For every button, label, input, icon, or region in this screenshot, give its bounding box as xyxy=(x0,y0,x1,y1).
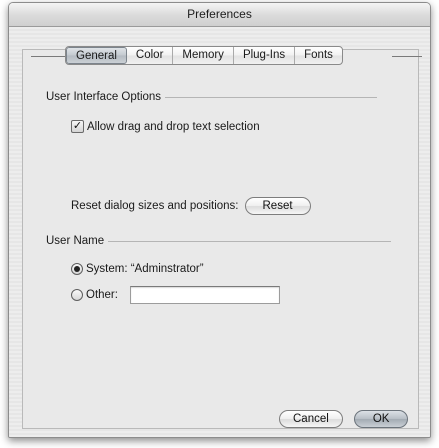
ui-options-title: User Interface Options xyxy=(46,91,162,103)
user-name-divider xyxy=(108,240,392,242)
preferences-window: Preferences General Color Memory Plug-In… xyxy=(8,2,431,438)
tab-plug-ins[interactable]: Plug-Ins xyxy=(234,47,296,64)
tab-fonts[interactable]: Fonts xyxy=(295,47,342,64)
user-name-group: User Name xyxy=(46,235,392,247)
tab-memory[interactable]: Memory xyxy=(173,47,234,64)
other-user-name-field[interactable] xyxy=(129,286,280,304)
tab-strip-rule-right xyxy=(392,56,422,57)
other-radio[interactable] xyxy=(71,289,83,301)
other-user-option[interactable]: Other: xyxy=(71,286,280,304)
dialog-buttons: Cancel OK xyxy=(279,410,409,428)
system-user-option[interactable]: System: “Adminstrator” xyxy=(71,263,204,275)
system-radio[interactable] xyxy=(71,263,83,275)
window-title: Preferences xyxy=(9,3,430,27)
reset-row: Reset dialog sizes and positions: Reset xyxy=(71,197,311,215)
tab-general[interactable]: General xyxy=(66,47,127,64)
ui-options-divider xyxy=(165,96,378,98)
ui-options-group: User Interface Options xyxy=(46,91,378,103)
reset-label: Reset dialog sizes and positions: xyxy=(71,200,239,212)
system-user-label: System: “Adminstrator” xyxy=(86,263,204,275)
drag-drop-option[interactable]: ✓ Allow drag and drop text selection xyxy=(71,120,260,133)
other-user-label: Other: xyxy=(86,289,118,301)
tab-color[interactable]: Color xyxy=(127,47,174,64)
radio-selected-dot xyxy=(74,266,80,272)
tab-bar: General Color Memory Plug-Ins Fonts xyxy=(65,46,343,65)
tab-strip-rule-left xyxy=(31,56,67,57)
drag-drop-label: Allow drag and drop text selection xyxy=(87,120,260,133)
checkmark-icon: ✓ xyxy=(72,120,83,132)
drag-drop-checkbox[interactable]: ✓ xyxy=(71,120,84,133)
window-content: General Color Memory Plug-Ins Fonts User… xyxy=(9,27,430,437)
ok-button[interactable]: OK xyxy=(353,410,409,428)
reset-button[interactable]: Reset xyxy=(244,197,311,215)
cancel-button[interactable]: Cancel xyxy=(279,410,343,428)
user-name-title: User Name xyxy=(46,235,105,247)
